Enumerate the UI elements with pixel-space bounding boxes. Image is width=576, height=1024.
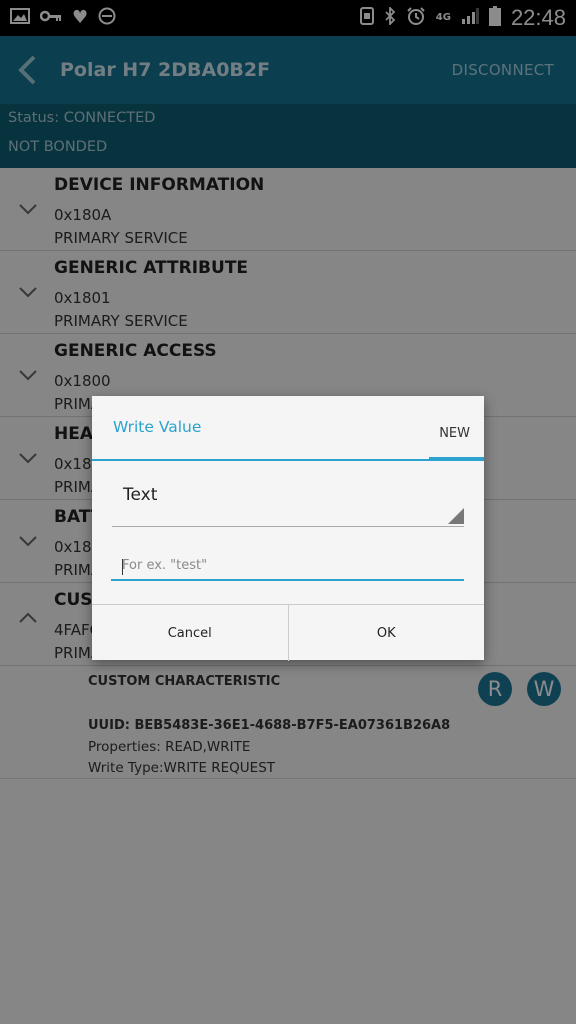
- format-select-value: Text: [123, 485, 158, 505]
- write-value-dialog: Write Value NEW Text Cancel OK: [92, 396, 484, 661]
- cancel-button[interactable]: Cancel: [92, 605, 288, 661]
- text-cursor: [122, 559, 123, 575]
- tab-divider: [92, 459, 484, 461]
- tab-indicator: [429, 457, 484, 461]
- dialog-button-row: Cancel OK: [92, 604, 484, 661]
- value-input[interactable]: [111, 551, 464, 581]
- format-select[interactable]: Text: [112, 480, 464, 527]
- dropdown-arrow-icon: [448, 508, 464, 524]
- tab-new[interactable]: NEW: [439, 426, 470, 441]
- dialog-title: Write Value: [113, 418, 202, 436]
- ok-button[interactable]: OK: [287, 605, 485, 661]
